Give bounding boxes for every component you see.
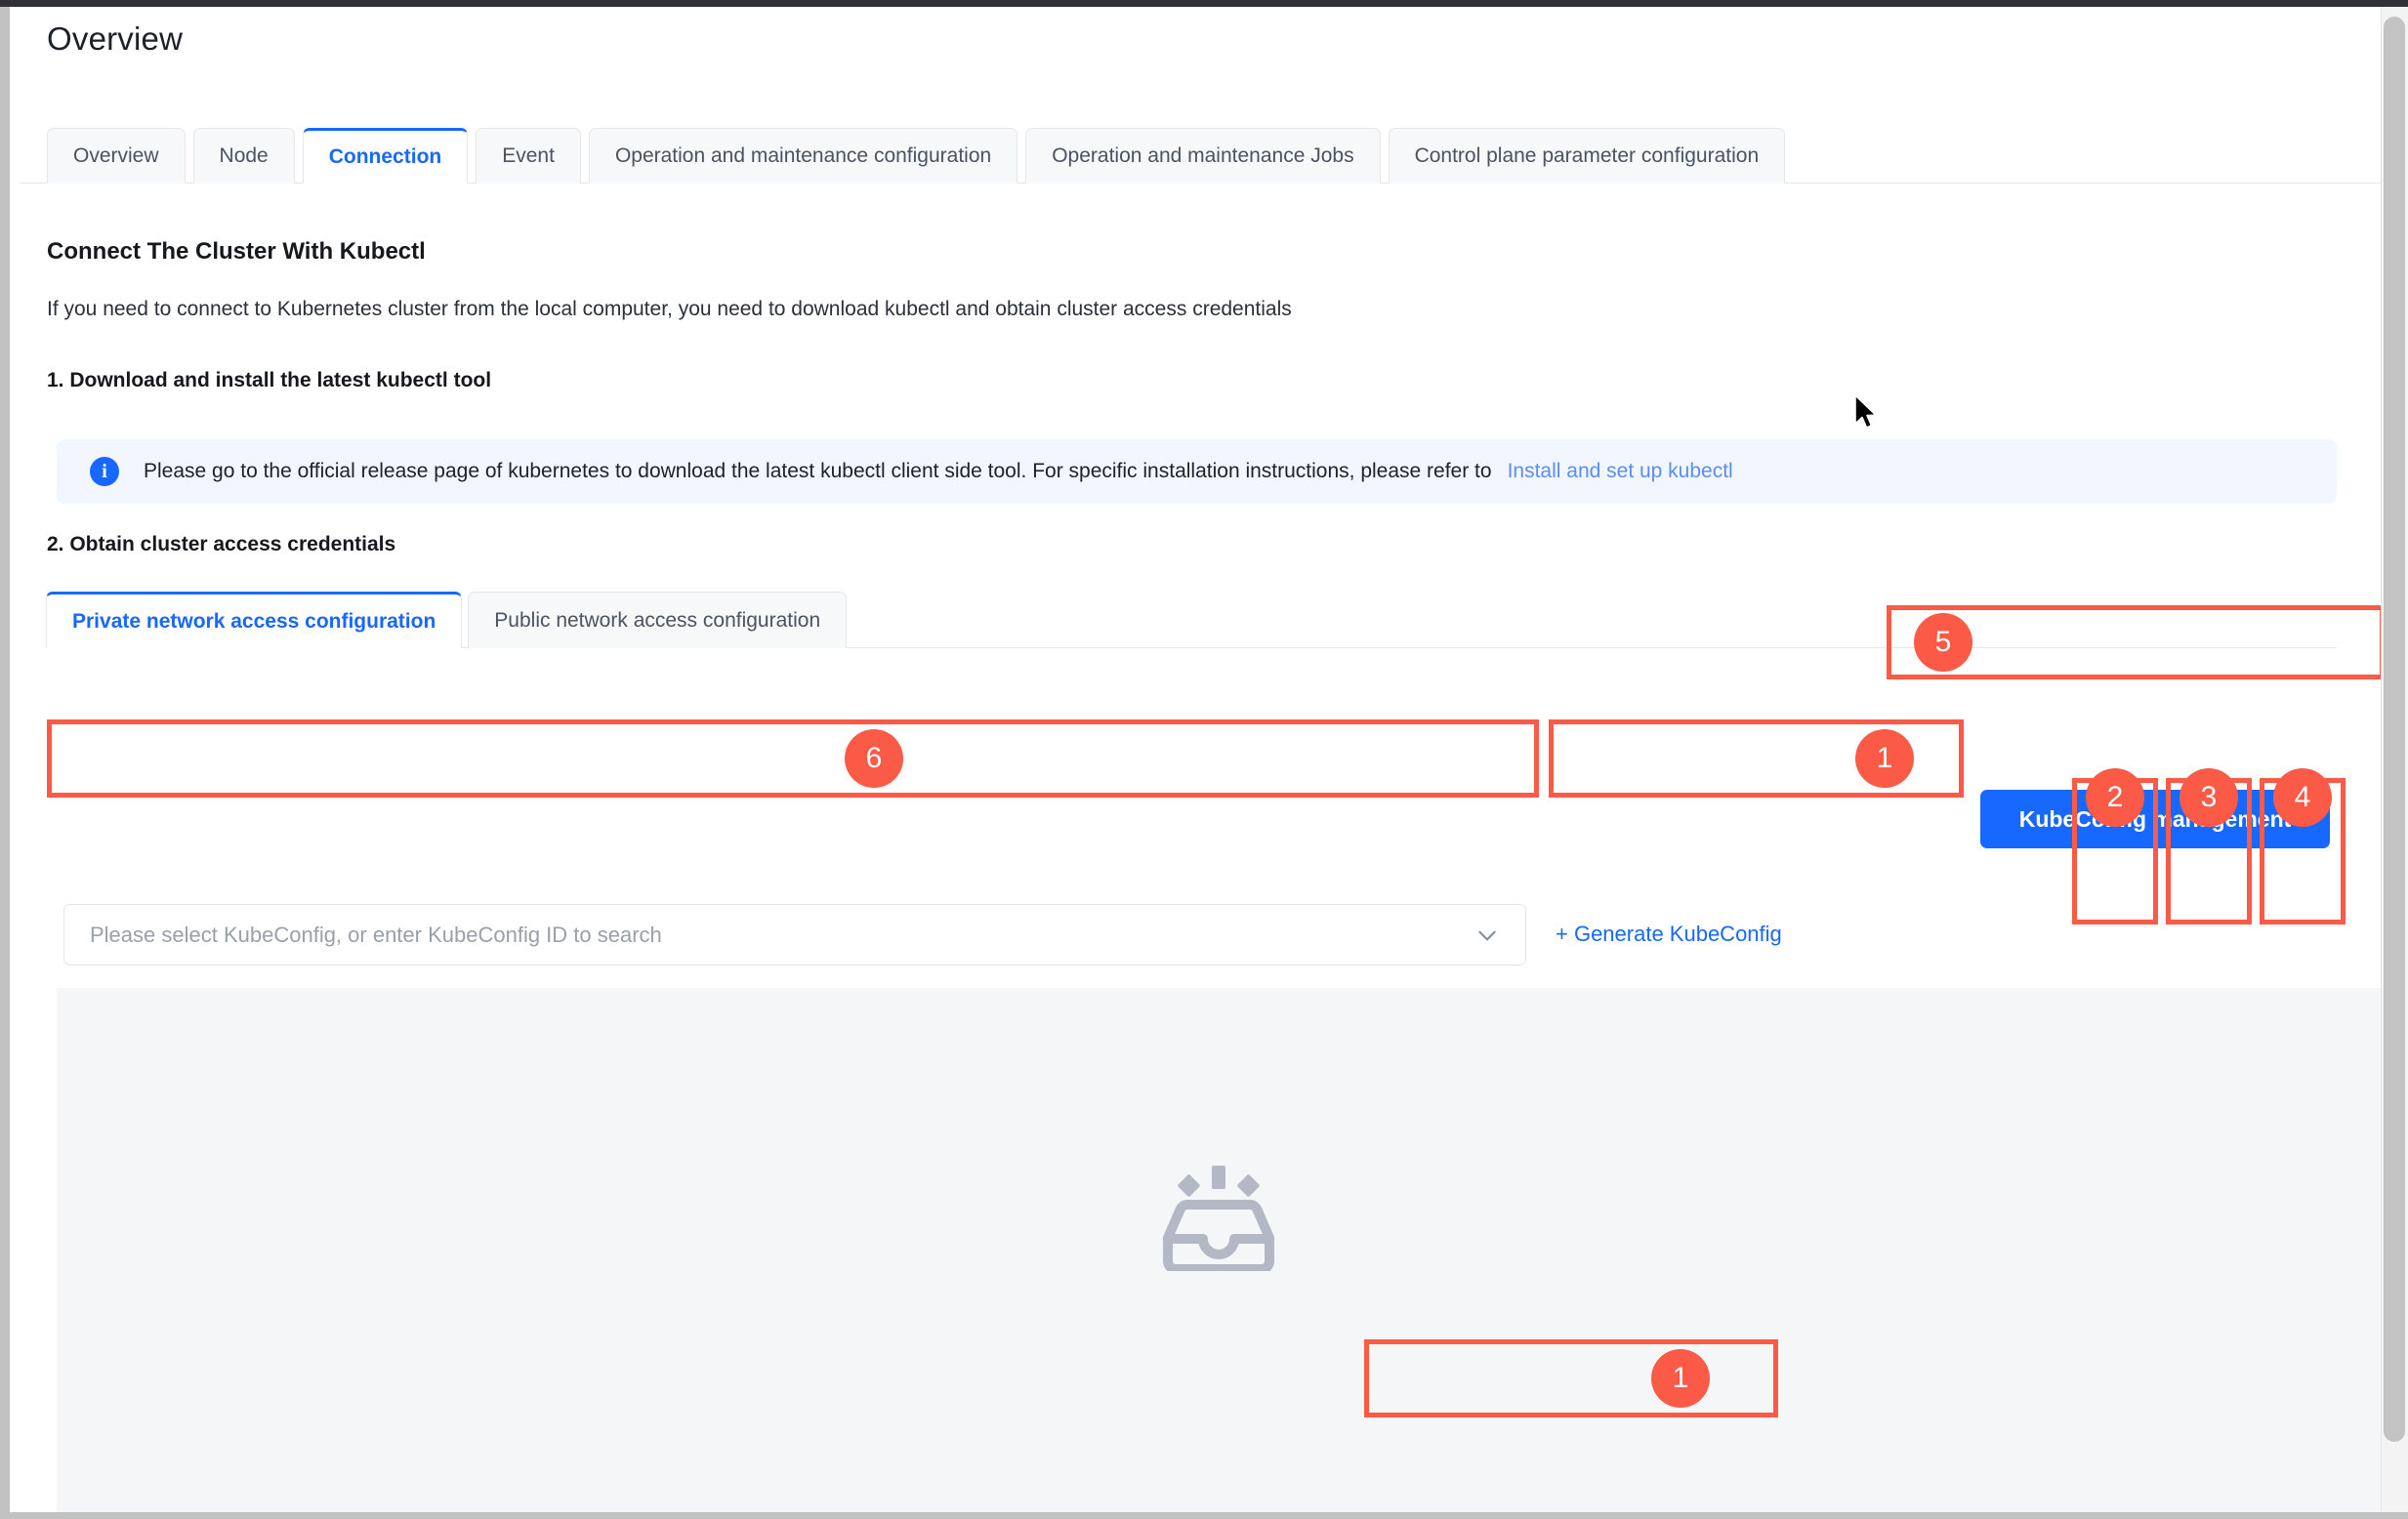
- tab-operation-and-maintenance-configuration[interactable]: Operation and maintenance configuration: [588, 128, 1018, 184]
- step-1-title: 1. Download and install the latest kubec…: [47, 369, 492, 391]
- tab-label: Connection: [328, 145, 442, 168]
- tab-label: Operation and maintenance Jobs: [1052, 144, 1354, 167]
- window-edge-left: [0, 7, 10, 1512]
- info-banner: i Please go to the official release page…: [57, 439, 2337, 504]
- primary-tabstrip: Overview Node Connection Event Operation…: [47, 128, 2346, 185]
- info-banner-text: Please go to the official release page o…: [144, 460, 1492, 482]
- page-scrollbar-track[interactable]: [2381, 7, 2408, 1512]
- tab-event[interactable]: Event: [476, 128, 581, 184]
- generate-kubeconfig-link-top[interactable]: + Generate KubeConfig: [1556, 922, 1782, 947]
- tab-label: Event: [502, 144, 555, 167]
- page-surface: Overview Overview Node Connection Event …: [10, 7, 2381, 1512]
- tab-node[interactable]: Node: [192, 128, 295, 184]
- window-chrome-top-bar: [0, 0, 2408, 7]
- tab-connection[interactable]: Connection: [302, 128, 469, 185]
- subtab-private-network-access-configuration[interactable]: Private network access configuration: [46, 592, 463, 648]
- tab-control-plane-parameter-configuration[interactable]: Control plane parameter configuration: [1388, 128, 1786, 184]
- section-description: If you need to connect to Kubernetes clu…: [47, 298, 1292, 320]
- info-icon: i: [90, 457, 119, 486]
- screenshot-viewport: Overview Overview Node Connection Event …: [0, 0, 2408, 1519]
- subtab-label: Public network access configuration: [494, 608, 821, 632]
- window-edge-bottom: [0, 1512, 2408, 1519]
- section-title: Connect The Cluster With Kubectl: [47, 238, 426, 265]
- kubeconfig-list-panel: [57, 988, 2381, 1512]
- empty-inbox-icon: [1163, 1166, 1274, 1271]
- tab-label: Control plane parameter configuration: [1414, 144, 1760, 167]
- tab-label: Operation and maintenance configuration: [614, 144, 992, 167]
- install-kubectl-link[interactable]: Install and set up kubectl: [1508, 460, 1733, 483]
- kubeconfig-select-placeholder: Please select KubeConfig, or enter KubeC…: [90, 922, 662, 947]
- tab-operation-and-maintenance-jobs[interactable]: Operation and maintenance Jobs: [1025, 128, 1381, 184]
- connection-tab-content: Connect The Cluster With Kubectl If you …: [10, 184, 2381, 1512]
- tab-overview[interactable]: Overview: [47, 128, 186, 184]
- page-title: Overview: [47, 21, 184, 57]
- subtab-label: Private network access configuration: [72, 609, 436, 633]
- kubeconfig-management-button[interactable]: KubeConfig management: [1980, 790, 2330, 848]
- tab-label: Node: [219, 144, 269, 167]
- tab-label: Overview: [73, 144, 159, 167]
- network-access-subtabs: Private network access configuration Pub…: [46, 592, 852, 648]
- step-2-title: 2. Obtain cluster access credentials: [47, 533, 396, 555]
- chevron-down-icon: [1478, 930, 1496, 940]
- subtab-public-network-access-configuration[interactable]: Public network access configuration: [468, 592, 848, 648]
- kubeconfig-select[interactable]: Please select KubeConfig, or enter KubeC…: [63, 904, 1526, 965]
- page-scrollbar-thumb[interactable]: [2384, 17, 2405, 1442]
